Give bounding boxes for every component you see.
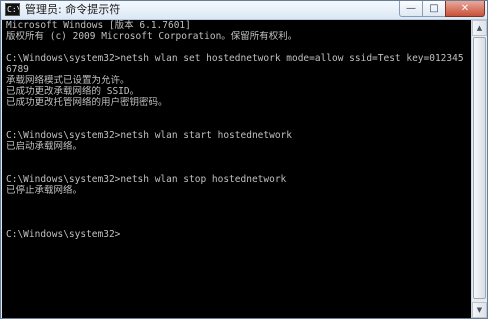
maximize-icon: □	[429, 3, 439, 14]
console-line: 已成功更改托管网络的用户密钥密码。	[6, 97, 168, 108]
console-line: 已启动承载网络。	[6, 141, 83, 152]
console-line: C:\Windows\system32>netsh wlan stop host…	[6, 174, 287, 185]
close-button[interactable]: ✕	[445, 1, 485, 17]
console-output[interactable]: Microsoft Windows [版本 6.1.7601] 版权所有 (c) …	[2, 20, 471, 318]
scroll-thumb[interactable]	[473, 37, 486, 299]
minimize-icon: —	[406, 3, 416, 14]
console-line: C:\Windows\system32>netsh wlan set hoste…	[6, 53, 464, 64]
console-line: 版权所有 (c) 2009 Microsoft Corporation。保留所有…	[6, 31, 298, 42]
console-line: 6789	[6, 64, 29, 75]
maximize-button[interactable]: □	[422, 1, 446, 17]
console-lines: Microsoft Windows [版本 6.1.7601] 版权所有 (c) …	[6, 20, 471, 240]
title-bar[interactable]: C:\ 管理员: 命令提示符 — □ ✕	[1, 1, 487, 20]
close-icon: ✕	[460, 3, 470, 14]
scroll-up-button[interactable]: ▲	[472, 20, 487, 36]
scroll-down-button[interactable]: ▼	[472, 302, 487, 318]
minimize-button[interactable]: —	[399, 1, 423, 17]
console-line: C:\Windows\system32>netsh wlan start hos…	[6, 130, 292, 141]
console-line: Microsoft Windows [版本 6.1.7601]	[6, 20, 191, 31]
console-line: C:\Windows\system32>	[6, 229, 121, 240]
console-line: 已成功更改承载网络的 SSID。	[6, 86, 140, 97]
cmd-icon: C:\	[5, 3, 20, 16]
up-arrow-icon: ▲	[476, 24, 483, 32]
window-title: 管理员: 命令提示符	[25, 3, 121, 16]
down-arrow-icon: ▼	[476, 306, 483, 314]
cmd-window: C:\ 管理员: 命令提示符 — □ ✕ Microsoft Windows […	[0, 0, 488, 319]
window-controls: — □ ✕	[399, 1, 485, 18]
vertical-scrollbar[interactable]: ▲ ▼	[471, 20, 487, 318]
console-line: 承载网络模式已设置为允许。	[6, 75, 130, 86]
console-line: 已停止承载网络。	[6, 185, 83, 196]
